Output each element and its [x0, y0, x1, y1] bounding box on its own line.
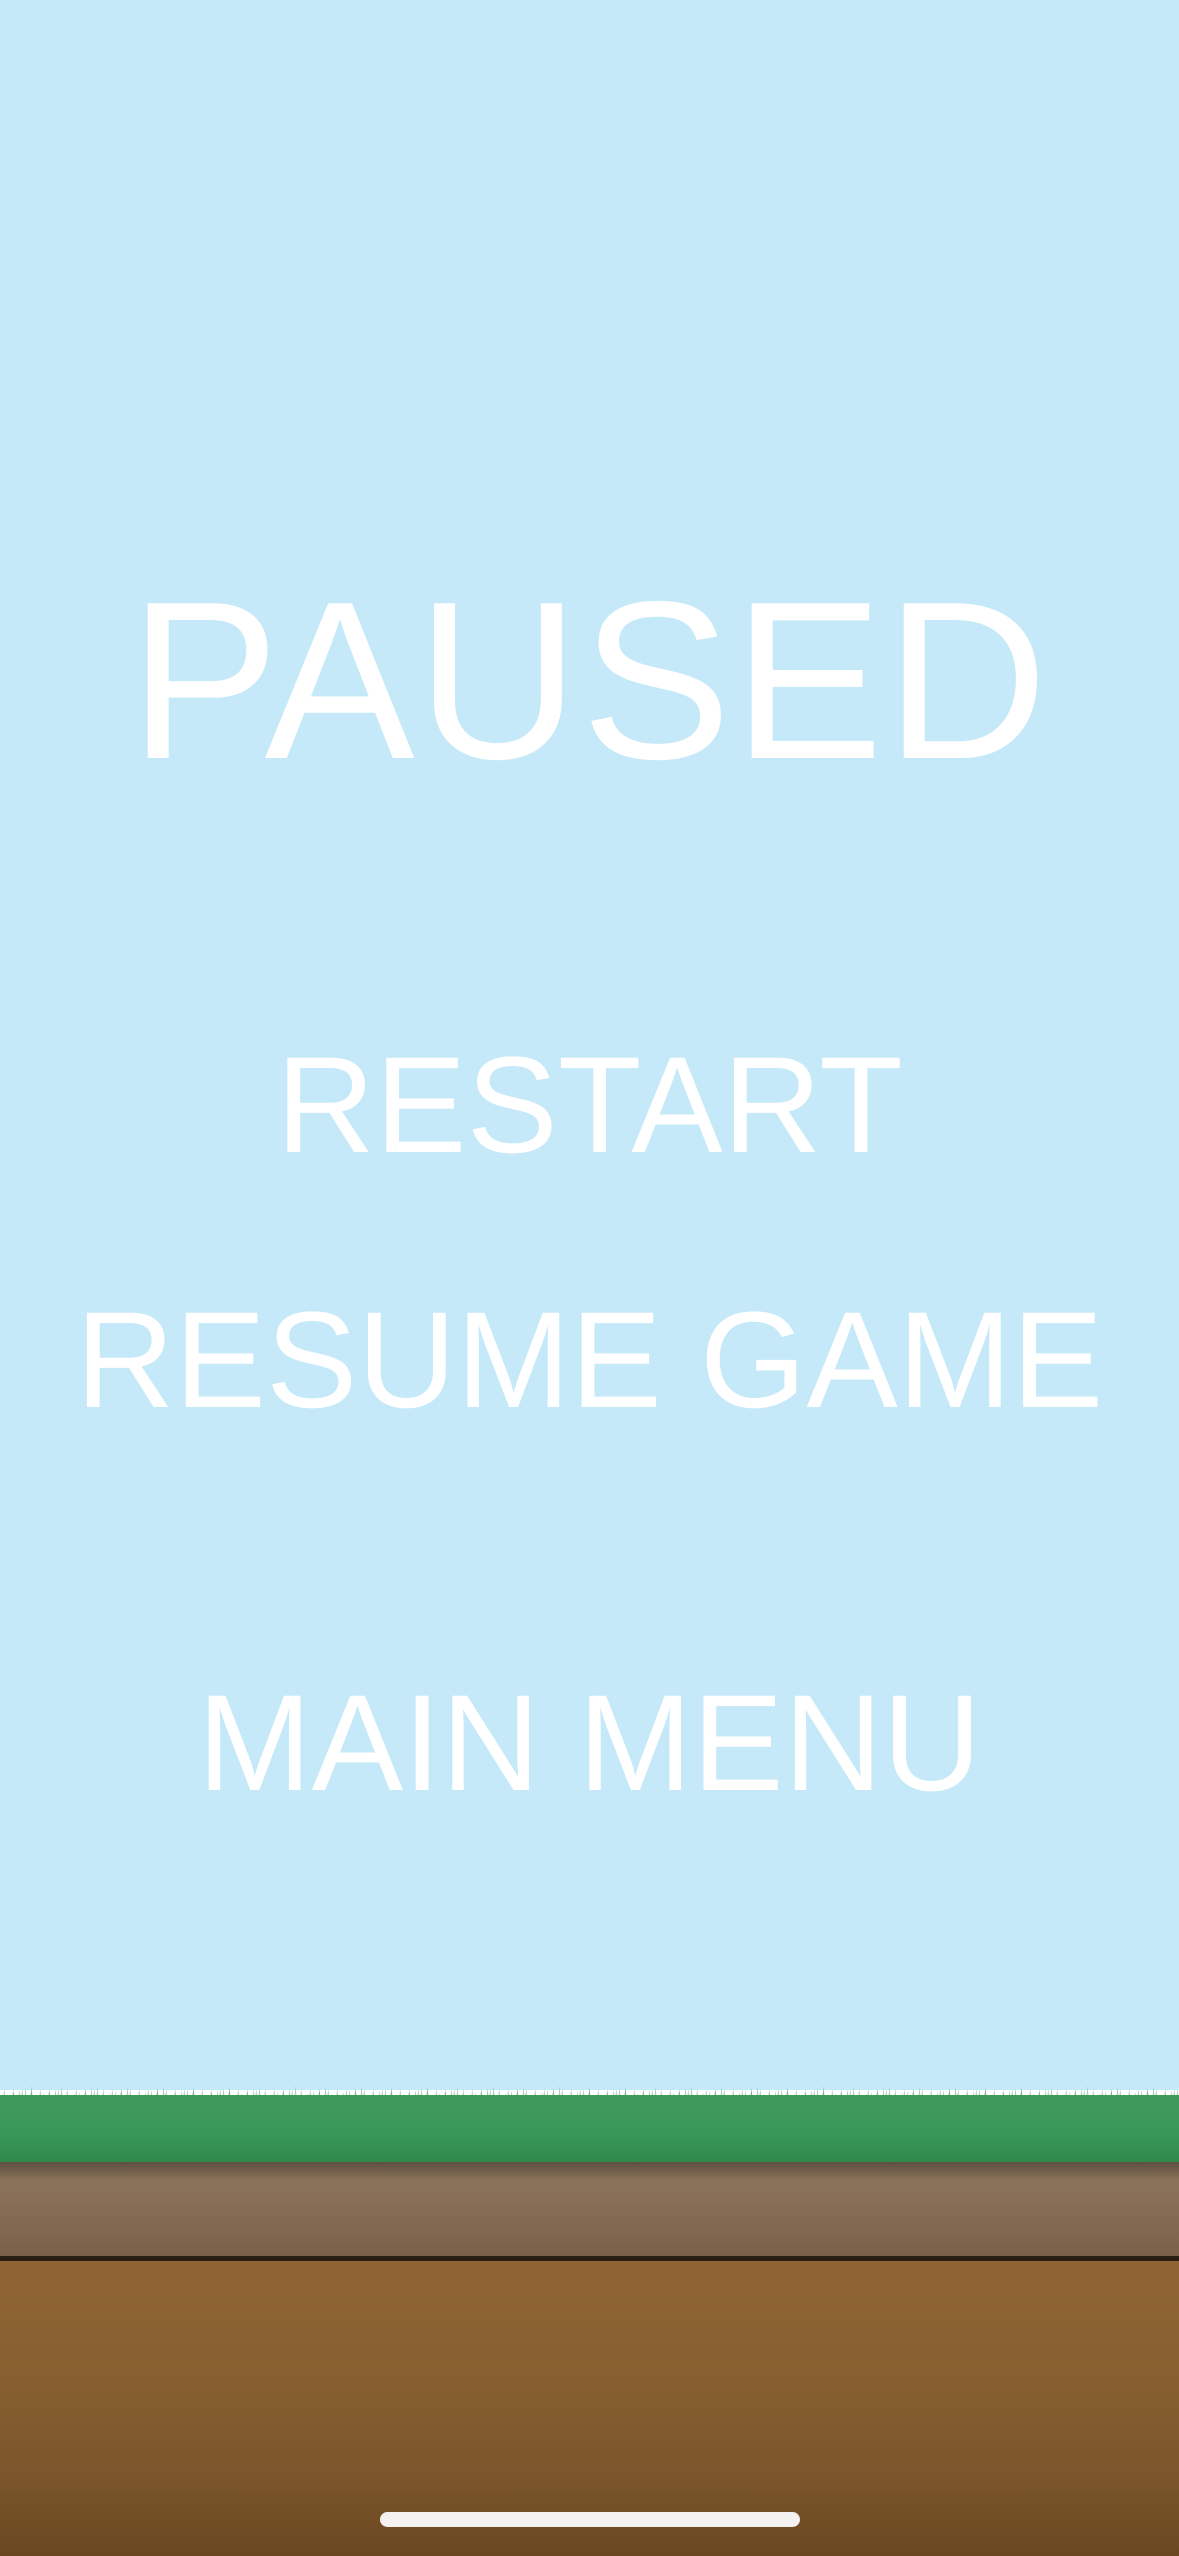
- game-screen: PAUSED RESTART RESUME GAME MAIN MENU: [0, 0, 1179, 2556]
- main-menu-button[interactable]: MAIN MENU: [0, 1664, 1179, 1824]
- resume-game-button[interactable]: RESUME GAME: [0, 1281, 1179, 1441]
- restart-button[interactable]: RESTART: [0, 1026, 1179, 1186]
- home-indicator[interactable]: [380, 2512, 800, 2527]
- dirt-layer: [0, 2162, 1179, 2257]
- paused-title: PAUSED: [129, 554, 1050, 806]
- grass-strip: [0, 2095, 1179, 2162]
